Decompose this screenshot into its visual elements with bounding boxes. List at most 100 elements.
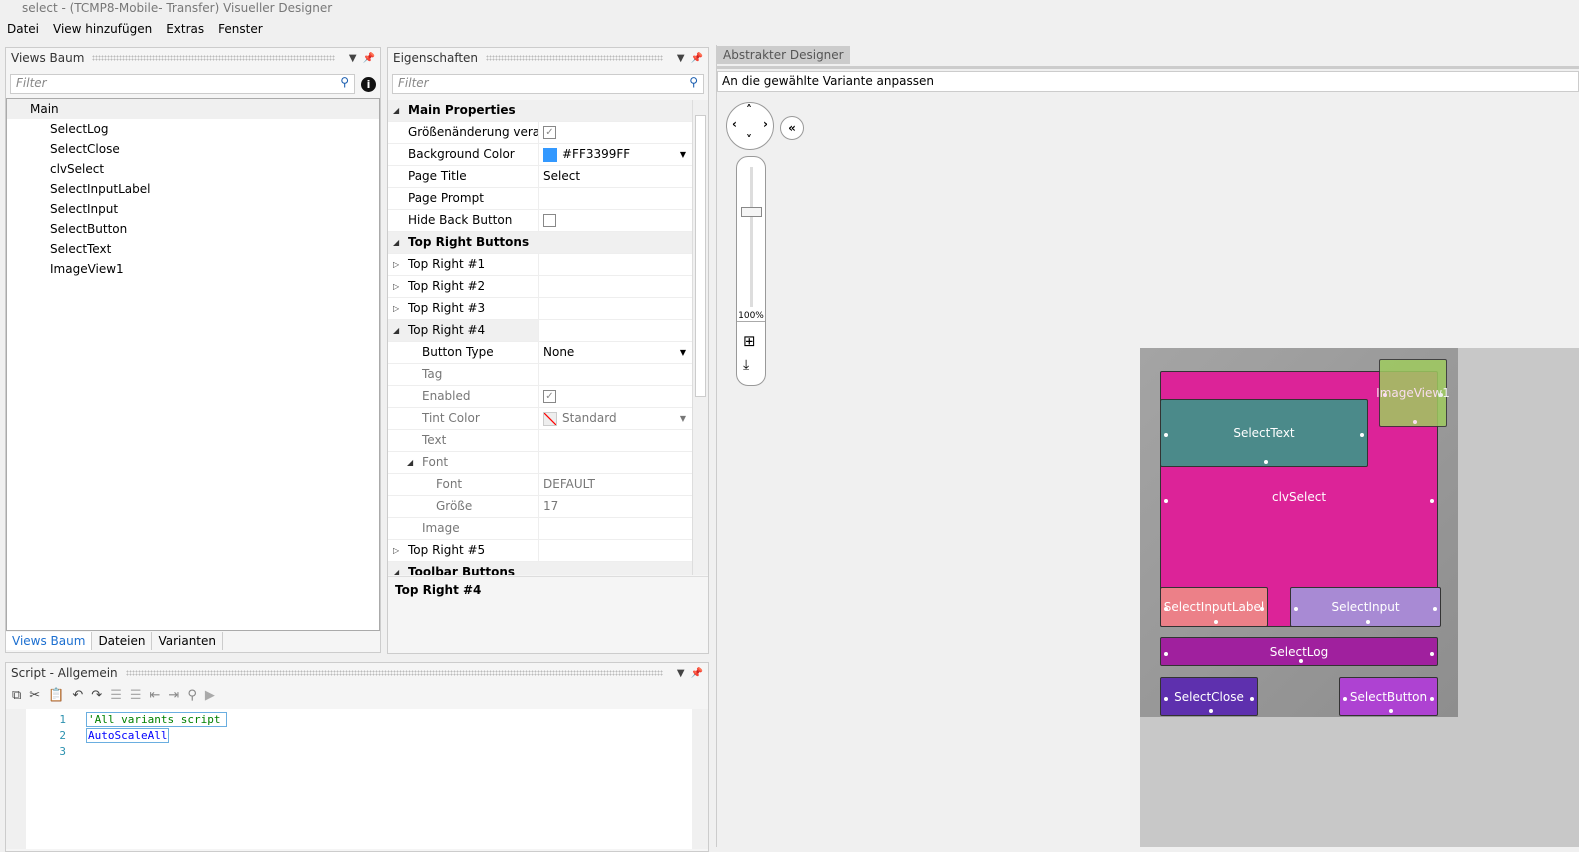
tree-item[interactable]: SelectClose	[7, 139, 379, 159]
property-value[interactable]: ✓	[539, 122, 692, 143]
anchor-handle[interactable]	[1365, 620, 1370, 624]
expand-icon[interactable]: ◢	[393, 320, 399, 341]
property-row[interactable]: ◢ Top Right Buttons	[388, 232, 692, 254]
property-row[interactable]: Button Type None ▼	[388, 342, 692, 364]
property-row[interactable]: Hide Back Button	[388, 210, 692, 232]
tab-varianten[interactable]: Varianten	[152, 632, 224, 650]
property-value[interactable]	[539, 518, 692, 539]
anchor-handle[interactable]	[1433, 607, 1437, 611]
anchor-handle[interactable]	[1430, 696, 1434, 701]
property-value[interactable]	[539, 188, 692, 209]
property-row[interactable]: ◢ Font	[388, 452, 692, 474]
collapse-icon[interactable]: ▷	[393, 540, 399, 561]
property-row[interactable]: Größenänderung verar... ✓	[388, 122, 692, 144]
designer-view-selecttext[interactable]: SelectText	[1160, 399, 1368, 467]
dropdown-icon[interactable]: ▼	[680, 408, 686, 429]
anchor-handle[interactable]	[1299, 659, 1303, 663]
property-value[interactable]	[539, 298, 692, 319]
property-row[interactable]: Page Prompt	[388, 188, 692, 210]
expand-icon[interactable]: ◢	[407, 452, 413, 473]
tree-item[interactable]: SelectInput	[7, 199, 379, 219]
menu-datei[interactable]: Datei	[0, 20, 46, 38]
run-icon[interactable]: ▶	[205, 688, 215, 703]
designer-view-selectclose[interactable]: SelectClose	[1160, 677, 1258, 716]
expand-icon[interactable]: ◢	[393, 100, 399, 121]
scrollbar-thumb[interactable]	[695, 115, 706, 397]
indent-icon[interactable]: ⇥	[168, 688, 179, 703]
comment-icon[interactable]: ☰	[110, 688, 122, 703]
tree-item[interactable]: SelectButton	[7, 219, 379, 239]
anchor-handle[interactable]	[1430, 651, 1434, 656]
designer-view-selectinputlabel[interactable]: SelectInputLabel	[1160, 587, 1268, 627]
fit-variant-option[interactable]: An die gewählte Variante anpassen	[717, 71, 1579, 92]
property-row[interactable]: ◢ Main Properties	[388, 100, 692, 122]
property-value[interactable]: DEFAULT	[539, 474, 692, 495]
script-scrollbar[interactable]	[692, 709, 708, 849]
collapse-icon[interactable]: «	[780, 116, 804, 140]
tree-item[interactable]: SelectLog	[7, 119, 379, 139]
properties-scrollbar[interactable]	[692, 100, 708, 575]
anchor-handle[interactable]	[1164, 499, 1168, 503]
anchor-handle[interactable]	[1209, 709, 1213, 713]
pin-icon[interactable]: 📌	[691, 53, 703, 64]
dropdown-icon[interactable]: ▼	[680, 342, 686, 363]
anchor-handle[interactable]	[1250, 696, 1254, 701]
pin-icon[interactable]: 📌	[691, 668, 703, 679]
dropdown-icon[interactable]: ▼	[349, 53, 357, 64]
property-value[interactable]	[539, 210, 692, 231]
pan-control[interactable]: ˄ ˅ ‹ ›	[726, 102, 774, 150]
zoom-slider-thumb[interactable]	[741, 207, 762, 217]
property-row[interactable]: Font DEFAULT	[388, 474, 692, 496]
property-row[interactable]: Image	[388, 518, 692, 540]
expand-icon[interactable]: ◢	[393, 232, 399, 253]
property-row[interactable]: ◢ Top Right #4	[388, 320, 692, 342]
search-icon[interactable]: ⚲	[689, 75, 698, 89]
property-row[interactable]: ◢ Toolbar Buttons	[388, 562, 692, 575]
property-value[interactable]: 17	[539, 496, 692, 517]
redo-icon[interactable]: ↷	[91, 688, 102, 703]
collapse-icon[interactable]: ▷	[393, 276, 399, 297]
pan-right-icon[interactable]: ›	[763, 117, 768, 131]
tree-item[interactable]: clvSelect	[7, 159, 379, 179]
anchor-handle[interactable]	[1260, 607, 1264, 611]
pan-left-icon[interactable]: ‹	[732, 117, 737, 131]
tree-item-main[interactable]: Main	[7, 99, 379, 119]
designer-view-selectbutton[interactable]: SelectButton	[1339, 677, 1438, 716]
anchor-handle[interactable]	[1164, 433, 1168, 437]
collapse-icon[interactable]: ▷	[393, 254, 399, 275]
export-icon[interactable]: ⤓	[743, 357, 749, 373]
anchor-handle[interactable]	[1439, 393, 1443, 397]
property-value[interactable]: Select	[539, 166, 692, 187]
anchor-handle[interactable]	[1214, 620, 1218, 624]
property-value[interactable]	[539, 254, 692, 275]
expand-icon[interactable]: ◢	[393, 562, 399, 575]
find-icon[interactable]: ⚲	[187, 688, 197, 703]
tree-item[interactable]: ImageView1	[7, 259, 379, 279]
property-checkbox[interactable]: ✓	[543, 390, 556, 403]
tab-dateien[interactable]: Dateien	[92, 632, 153, 650]
property-row[interactable]: ▷ Top Right #3	[388, 298, 692, 320]
property-checkbox[interactable]	[543, 214, 556, 227]
anchor-handle[interactable]	[1294, 607, 1298, 611]
property-value[interactable]	[539, 452, 692, 473]
anchor-handle[interactable]	[1360, 433, 1364, 437]
tab-views-baum[interactable]: Views Baum	[6, 632, 93, 650]
properties-filter-input[interactable]: Filter ⚲	[392, 74, 704, 94]
info-icon[interactable]: i	[361, 76, 376, 92]
anchor-handle[interactable]	[1164, 696, 1168, 701]
property-value[interactable]: Standard ▼	[539, 408, 692, 429]
property-row[interactable]: Page Title Select	[388, 166, 692, 188]
anchor-handle[interactable]	[1430, 499, 1434, 503]
property-row[interactable]: ▷ Top Right #1	[388, 254, 692, 276]
zoom-slider-track[interactable]	[750, 167, 753, 307]
outdent-icon[interactable]: ⇤	[150, 688, 161, 703]
copy-icon[interactable]: ⧉	[12, 688, 21, 703]
paste-icon[interactable]: 📋	[48, 688, 64, 703]
property-row[interactable]: Größe 17	[388, 496, 692, 518]
property-value[interactable]	[539, 276, 692, 297]
property-row[interactable]: ▷ Top Right #2	[388, 276, 692, 298]
tree-item[interactable]: SelectInputLabel	[7, 179, 379, 199]
pan-down-icon[interactable]: ˅	[746, 133, 752, 147]
designer-view-selectlog[interactable]: SelectLog	[1160, 637, 1438, 666]
menu-view-hinzufuegen[interactable]: View hinzufügen	[46, 20, 159, 38]
